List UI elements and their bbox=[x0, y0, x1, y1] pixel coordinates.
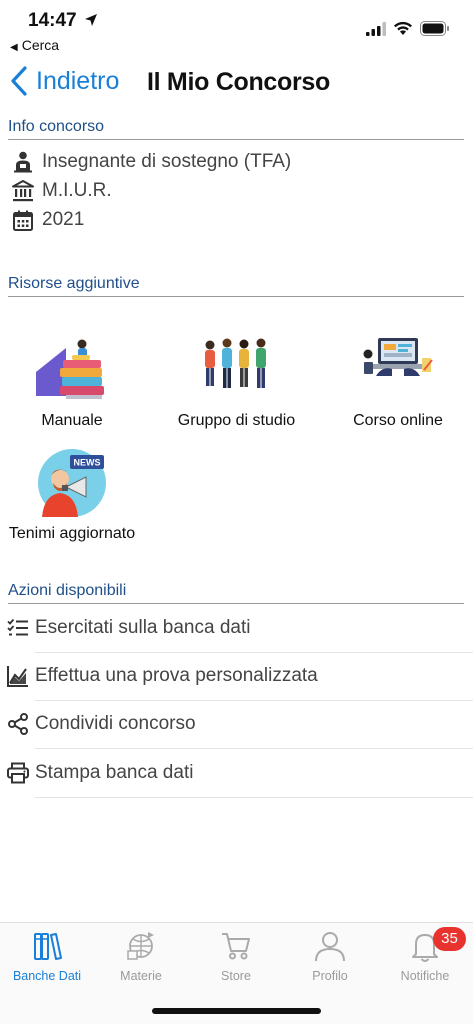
resource-gruppo-studio[interactable]: Gruppo di studio bbox=[164, 336, 309, 430]
back-button[interactable]: Indietro bbox=[10, 66, 119, 96]
battery-icon bbox=[420, 21, 449, 36]
action-separator bbox=[35, 797, 473, 798]
home-indicator[interactable] bbox=[152, 1008, 321, 1014]
action-esercitati[interactable]: Esercitati sulla banca dati bbox=[0, 605, 473, 653]
back-button-label: Indietro bbox=[36, 66, 120, 95]
action-condividi[interactable]: Condividi concorso bbox=[0, 701, 473, 749]
laptop-illustration bbox=[363, 338, 433, 376]
resource-manuale-label: Manuale bbox=[41, 412, 103, 429]
resource-tenimi-aggiornato[interactable]: NEWS Tenimi aggiornato bbox=[2, 447, 142, 543]
resource-manuale[interactable]: Manuale bbox=[22, 336, 122, 430]
info-row-role: Insegnante di sostegno (TFA) bbox=[12, 151, 291, 173]
tab-profilo-label: Profilo bbox=[312, 969, 348, 983]
tab-materie[interactable]: Materie bbox=[94, 929, 188, 989]
tab-profilo[interactable]: Profilo bbox=[283, 929, 377, 989]
person-board-icon bbox=[12, 151, 34, 173]
resource-corso-online[interactable]: Corso online bbox=[348, 336, 448, 430]
back-triangle-icon: ◀ bbox=[10, 42, 18, 53]
action-stampa-label: Stampa banca dati bbox=[35, 762, 194, 783]
notification-badge: 35 bbox=[433, 927, 466, 951]
tab-store[interactable]: Store bbox=[189, 929, 283, 989]
info-row-year: 2021 bbox=[12, 209, 84, 231]
resource-corso-online-label: Corso online bbox=[353, 412, 443, 429]
actions-section-header: Azioni disponibili bbox=[8, 582, 464, 604]
svg-text:NEWS: NEWS bbox=[74, 458, 101, 468]
status-bar: 14:47 ◀ Cerca bbox=[0, 0, 473, 58]
bank-icon bbox=[12, 180, 34, 202]
back-app-label: Cerca bbox=[21, 37, 60, 53]
action-separator bbox=[35, 748, 473, 749]
checklist-icon bbox=[7, 618, 28, 636]
calendar-icon bbox=[12, 209, 34, 231]
info-section-header: Info concorso bbox=[8, 118, 464, 140]
action-esercitati-label: Esercitati sulla banca dati bbox=[35, 617, 251, 638]
back-to-app-link[interactable]: ◀ Cerca bbox=[10, 37, 59, 53]
page-title: Il Mio Concorso bbox=[147, 68, 331, 96]
cart-tab-icon bbox=[222, 933, 250, 960]
info-agency-text: M.I.U.R. bbox=[42, 180, 112, 201]
cellular-signal-icon bbox=[366, 22, 386, 36]
action-prova-label: Effettua una prova personalizzata bbox=[35, 665, 318, 686]
subjects-tab-icon bbox=[127, 932, 154, 960]
books-tab-icon bbox=[34, 933, 62, 960]
books-illustration bbox=[36, 339, 104, 399]
navigation-bar: Indietro Il Mio Concorso bbox=[0, 60, 473, 104]
profile-tab-icon bbox=[315, 932, 345, 962]
action-stampa[interactable]: Stampa banca dati bbox=[0, 750, 473, 798]
info-row-agency: M.I.U.R. bbox=[12, 180, 112, 202]
chart-icon bbox=[7, 666, 28, 687]
wifi-icon bbox=[394, 21, 412, 35]
tab-banche-dati[interactable]: Banche Dati bbox=[0, 929, 94, 989]
info-year-text: 2021 bbox=[42, 209, 85, 230]
chevron-left-icon bbox=[11, 66, 27, 96]
tab-banche-dati-label: Banche Dati bbox=[12, 969, 82, 983]
printer-icon bbox=[7, 762, 29, 784]
location-arrow-icon bbox=[85, 14, 97, 26]
status-time: 14:47 bbox=[28, 10, 77, 31]
tab-materie-label: Materie bbox=[120, 969, 162, 983]
action-condividi-label: Condividi concorso bbox=[35, 713, 196, 734]
tab-notifiche-label: Notifiche bbox=[400, 969, 450, 983]
news-megaphone-illustration: NEWS bbox=[38, 449, 106, 517]
info-role-text: Insegnante di sostegno (TFA) bbox=[42, 151, 292, 172]
action-prova-personalizzata[interactable]: Effettua una prova personalizzata bbox=[0, 653, 473, 701]
tab-store-label: Store bbox=[221, 969, 251, 983]
share-icon bbox=[8, 713, 28, 735]
resources-section-header: Risorse aggiuntive bbox=[8, 275, 464, 297]
resource-gruppo-studio-label: Gruppo di studio bbox=[177, 412, 296, 429]
students-illustration bbox=[204, 338, 266, 388]
resource-tenimi-aggiornato-label: Tenimi aggiornato bbox=[8, 525, 136, 542]
